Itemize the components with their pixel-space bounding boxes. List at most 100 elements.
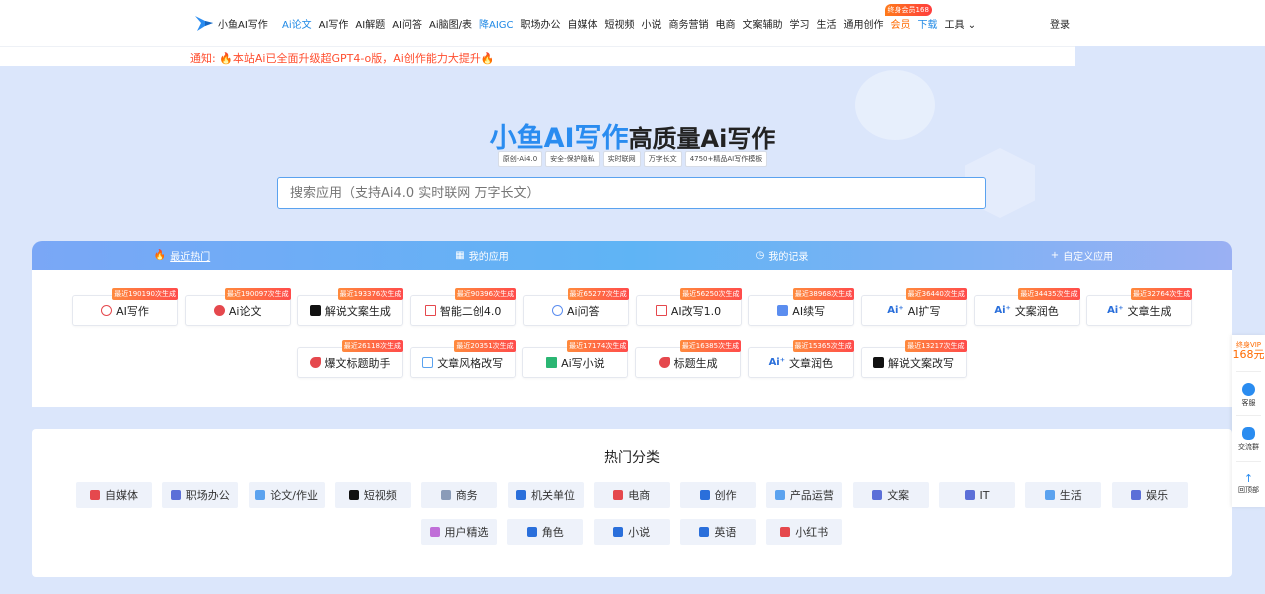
vip-price: 168元 bbox=[1232, 348, 1265, 361]
app-card[interactable]: 最近193376次生成 解说文案生成 bbox=[297, 288, 404, 326]
nav-item[interactable]: AI问答 bbox=[392, 16, 422, 31]
category-item[interactable]: 职场办公 bbox=[162, 482, 239, 508]
category-icon bbox=[774, 490, 785, 500]
category-icon bbox=[964, 490, 975, 500]
nav-item[interactable]: 通用创作 bbox=[844, 16, 884, 31]
app-card[interactable]: 最近15365次生成 Ai⁺ 文章润色 bbox=[747, 340, 854, 378]
app-card[interactable]: 最近16385次生成 标题生成 bbox=[635, 340, 742, 378]
tab-fire[interactable]: 🔥 最近热门 bbox=[32, 241, 332, 270]
category-item[interactable]: 自媒体 bbox=[76, 482, 152, 508]
vip-badge: 终身会员168 bbox=[884, 4, 932, 16]
sq-icon bbox=[655, 305, 667, 316]
nav-item[interactable]: AI写作 bbox=[319, 16, 349, 31]
category-icon bbox=[872, 490, 883, 500]
usage-badge: 最近20351次生成 bbox=[454, 340, 516, 352]
app-card[interactable]: 最近65277次生成 Ai问答 bbox=[522, 288, 629, 326]
category-item[interactable]: 娱乐 bbox=[1111, 482, 1188, 508]
app-card[interactable]: 最近190097次生成 Ai论文 bbox=[184, 288, 291, 326]
app-card[interactable]: 最近26118次生成 爆文标题助手 bbox=[297, 340, 403, 378]
nav-item[interactable]: 自媒体 bbox=[568, 16, 598, 31]
category-item[interactable]: 用户精选 bbox=[421, 519, 497, 545]
group-button[interactable]: 交流群 bbox=[1232, 427, 1265, 452]
nav-item[interactable]: 电商 bbox=[716, 16, 736, 31]
nav-item[interactable]: 短视频 bbox=[605, 16, 635, 31]
nav-item[interactable]: 下载 bbox=[918, 16, 938, 31]
nav-item[interactable]: 生活 bbox=[817, 16, 837, 31]
category-label: 生活 bbox=[1059, 489, 1082, 502]
logo[interactable]: 小鱼AI写作 bbox=[193, 12, 268, 34]
app-card[interactable]: 最近32764次生成 Ai⁺ 文章生成 bbox=[1086, 288, 1193, 326]
category-label: 英语 bbox=[714, 526, 737, 539]
nav-item[interactable]: 文案辅助 bbox=[743, 16, 783, 31]
category-icon bbox=[699, 490, 710, 500]
nav-item[interactable]: 小说 bbox=[642, 16, 662, 31]
nav-item[interactable]: Ai脑图/表 bbox=[429, 16, 472, 31]
category-icon bbox=[429, 527, 440, 537]
category-label: 短视频 bbox=[363, 489, 397, 502]
search-input[interactable] bbox=[277, 177, 986, 209]
app-card[interactable]: 最近20351次生成文章风格改写 bbox=[409, 340, 516, 378]
app-card[interactable]: 最近13217次生成 解说文案改写 bbox=[860, 340, 967, 378]
category-label: 创作 bbox=[714, 489, 737, 502]
category-item[interactable]: 创作 bbox=[680, 482, 757, 508]
category-label: 用户精选 bbox=[444, 526, 489, 539]
app-card[interactable]: 最近56250次生成 AI改写1.0 bbox=[635, 288, 742, 326]
nav-item[interactable]: 终身会员168 会员 bbox=[884, 4, 932, 31]
nav-item[interactable]: AI解题 bbox=[355, 16, 385, 31]
back-to-top-button[interactable]: ↑ 回顶部 bbox=[1232, 473, 1265, 495]
app-label: AI写作 bbox=[116, 304, 149, 318]
tab-clock[interactable]: ◷ 我的记录 bbox=[632, 241, 932, 270]
hero-tag: 原创-Ai4.0 bbox=[497, 151, 543, 167]
notice-text: 通知: 🔥本站Ai已全面升级超GPT4-o版，Ai创作能力大提升🔥 bbox=[190, 52, 495, 65]
tag-icon bbox=[658, 357, 670, 368]
tab-plus[interactable]: + 自定义应用 bbox=[932, 241, 1232, 270]
app-card[interactable]: 最近34435次生成 Ai⁺ 文案润色 bbox=[973, 288, 1080, 326]
category-item[interactable]: 产品运营 bbox=[766, 482, 843, 508]
login-link[interactable]: 登录 bbox=[1050, 16, 1070, 31]
tab-label: 最近热门 bbox=[170, 252, 211, 263]
app-grid: 最近190190次生成 AI写作 最近190097次生成 Ai论文 最近193376次生… bbox=[32, 270, 1232, 407]
app-label: 文章润色 bbox=[789, 356, 834, 370]
category-icon bbox=[255, 490, 266, 500]
category-icon bbox=[1131, 490, 1142, 500]
usage-badge: 最近190190次生成 bbox=[112, 288, 178, 300]
ai-icon: Ai⁺ bbox=[887, 305, 904, 316]
category-item[interactable]: 英语 bbox=[679, 519, 756, 545]
category-item[interactable]: 生活 bbox=[1025, 482, 1102, 508]
category-item[interactable]: 小红书 bbox=[766, 519, 843, 545]
app-card[interactable]: 最近38968次生成 AI续写 bbox=[748, 288, 855, 326]
category-item[interactable]: 短视频 bbox=[334, 482, 411, 508]
nav-item[interactable]: 商务营销 bbox=[669, 16, 709, 31]
category-item[interactable]: 论文/作业 bbox=[248, 482, 325, 508]
category-item[interactable]: 小说 bbox=[593, 519, 670, 545]
usage-badge: 最近13217次生成 bbox=[905, 340, 967, 352]
tab-grid[interactable]: ▦ 我的应用 bbox=[332, 241, 632, 270]
app-card[interactable]: 最近190190次生成 AI写作 bbox=[72, 288, 178, 326]
app-label: Ai问答 bbox=[567, 304, 600, 318]
service-button[interactable]: 客服 bbox=[1232, 383, 1265, 408]
app-card[interactable]: 最近17174次生成 Ai写小说 bbox=[522, 340, 629, 378]
app-card[interactable]: 最近36440次生成 Ai⁺ AI扩写 bbox=[860, 288, 967, 326]
category-item[interactable]: 文案 bbox=[852, 482, 929, 508]
category-item[interactable]: IT bbox=[939, 482, 1015, 508]
category-item[interactable]: 角色 bbox=[507, 519, 584, 545]
nav-item[interactable]: 降AIGC bbox=[479, 16, 514, 31]
app-label: 文章风格改写 bbox=[437, 356, 504, 370]
ai-icon: Ai⁺ bbox=[768, 357, 786, 368]
nav-item[interactable]: 职场办公 bbox=[521, 16, 561, 31]
notice-bar: 通知: 🔥本站Ai已全面升级超GPT4-o版，Ai创作能力大提升🔥 bbox=[0, 46, 1075, 66]
hero-tag: 4750+精品AI写作模板 bbox=[684, 151, 768, 167]
category-item[interactable]: 机关单位 bbox=[507, 482, 584, 508]
fire-icon: 🔥 bbox=[153, 250, 167, 261]
nav-item[interactable]: 工具 ⌄ bbox=[945, 16, 977, 31]
category-item[interactable]: 商务 bbox=[421, 482, 498, 508]
nav-item[interactable]: Ai论文 bbox=[282, 16, 312, 31]
app-card[interactable]: 最近90396次生成 智能二创4.0 bbox=[410, 288, 517, 326]
category-icon bbox=[1044, 490, 1055, 500]
app-label: AI改写1.0 bbox=[670, 304, 722, 318]
lblue-icon bbox=[422, 357, 434, 368]
app-label: Ai写小说 bbox=[561, 356, 605, 370]
category-item[interactable]: 电商 bbox=[593, 482, 670, 508]
vip-promo[interactable]: 终身VIP 168元 bbox=[1232, 341, 1265, 361]
nav-item[interactable]: 学习 bbox=[790, 16, 810, 31]
